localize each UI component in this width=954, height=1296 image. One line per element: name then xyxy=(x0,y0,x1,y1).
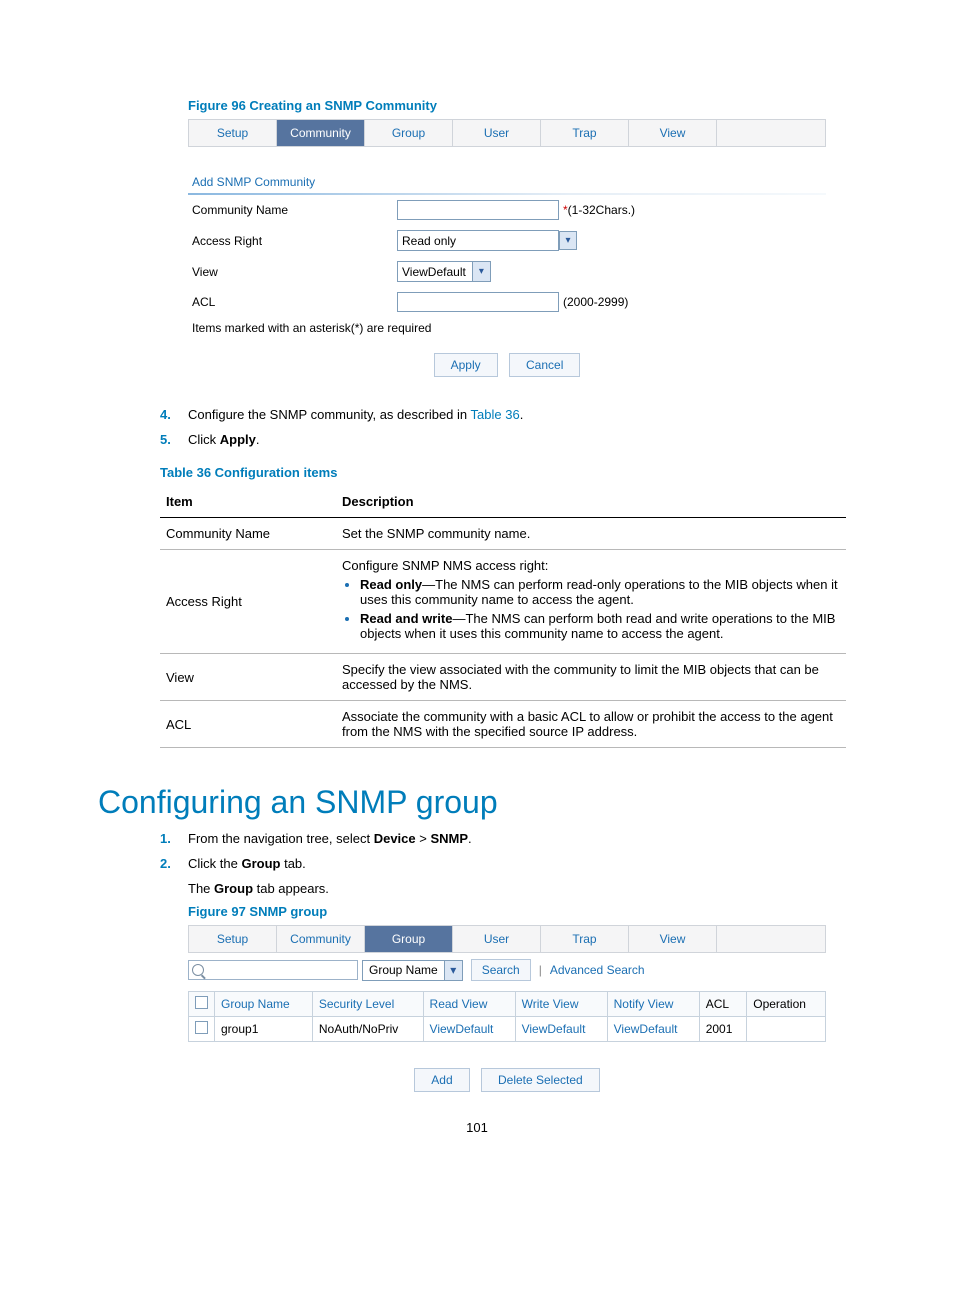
search-field-dropdown-icon[interactable]: ▾ xyxy=(444,961,462,980)
figure-97: Setup Community Group User Trap View Gro… xyxy=(188,925,826,1092)
view-value: ViewDefault xyxy=(402,265,466,279)
delete-selected-button[interactable]: Delete Selected xyxy=(481,1068,600,1092)
f97-tab-trap[interactable]: Trap xyxy=(541,926,629,952)
th-checkbox xyxy=(189,992,215,1017)
community-name-label: Community Name xyxy=(192,203,397,217)
th-operation: Operation xyxy=(747,992,826,1017)
f97-tab-view[interactable]: View xyxy=(629,926,717,952)
th-writeview[interactable]: Write View xyxy=(515,992,607,1017)
t36-desc-1: Configure SNMP NMS access right: Read on… xyxy=(336,550,846,654)
figure-96-caption: Figure 96 Creating an SNMP Community xyxy=(188,98,856,113)
f97-tab-community[interactable]: Community xyxy=(277,926,365,952)
t36-desc-2: Specify the view associated with the com… xyxy=(336,654,846,701)
step-4-number: 4. xyxy=(160,407,188,422)
tab-trap[interactable]: Trap xyxy=(541,120,629,146)
search-icon xyxy=(192,964,204,976)
th-seclevel[interactable]: Security Level xyxy=(312,992,423,1017)
tab-community[interactable]: Community xyxy=(277,120,365,146)
step-5-text: Click Apply. xyxy=(188,432,260,447)
figure-97-caption: Figure 97 SNMP group xyxy=(188,904,856,919)
view-label: View xyxy=(192,265,397,279)
tab-user[interactable]: User xyxy=(453,120,541,146)
select-all-checkbox[interactable] xyxy=(195,996,208,1009)
t36-item-1: Access Right xyxy=(160,550,336,654)
tab-spacer xyxy=(717,120,825,146)
t36-desc-0: Set the SNMP community name. xyxy=(336,518,846,550)
cell-readview[interactable]: ViewDefault xyxy=(423,1017,515,1042)
cancel-button[interactable]: Cancel xyxy=(509,353,580,377)
advanced-search-link[interactable]: Advanced Search xyxy=(550,963,645,977)
add-community-title: Add SNMP Community xyxy=(188,147,826,193)
f97-tab-group[interactable]: Group xyxy=(365,926,453,952)
divider: | xyxy=(539,963,542,977)
th-item: Item xyxy=(160,486,336,518)
tab-view[interactable]: View xyxy=(629,120,717,146)
fig97-tabbar: Setup Community Group User Trap View xyxy=(188,925,826,953)
search-button[interactable]: Search xyxy=(471,959,531,981)
fig96-tabbar: Setup Community Group User Trap View xyxy=(188,119,826,147)
acl-hint: (2000-2999) xyxy=(563,295,628,309)
heading-configuring-snmp-group: Configuring an SNMP group xyxy=(98,784,856,821)
required-note: Items marked with an asterisk(*) are req… xyxy=(188,317,826,343)
cell-acl: 2001 xyxy=(699,1017,747,1042)
th-readview[interactable]: Read View xyxy=(423,992,515,1017)
search-field-select[interactable]: Group Name ▾ xyxy=(362,960,463,981)
f97-tab-setup[interactable]: Setup xyxy=(189,926,277,952)
view-dropdown-icon[interactable]: ▾ xyxy=(472,262,490,281)
th-desc: Description xyxy=(336,486,846,518)
step-b2-number: 2. xyxy=(160,856,188,871)
step-b1-text: From the navigation tree, select Device … xyxy=(188,831,472,846)
th-notifyview[interactable]: Notify View xyxy=(607,992,699,1017)
community-name-input[interactable] xyxy=(397,200,559,220)
f97-tab-spacer xyxy=(717,926,825,952)
f97-tab-user[interactable]: User xyxy=(453,926,541,952)
community-name-hint: (1-32Chars.) xyxy=(568,203,635,217)
t36-item-2: View xyxy=(160,654,336,701)
cell-writeview[interactable]: ViewDefault xyxy=(515,1017,607,1042)
step-b2-text: Click the Group tab. xyxy=(188,856,306,871)
acl-input[interactable] xyxy=(397,292,559,312)
group-table: Group Name Security Level Read View Writ… xyxy=(188,991,826,1042)
table-36: Item Description Community Name Set the … xyxy=(160,486,846,748)
row-checkbox[interactable] xyxy=(195,1021,208,1034)
apply-button[interactable]: Apply xyxy=(434,353,498,377)
t36-item-3: ACL xyxy=(160,701,336,748)
step-b2-followup: The Group tab appears. xyxy=(188,881,856,896)
access-right-value: Read only xyxy=(398,234,558,248)
search-input[interactable] xyxy=(188,960,358,980)
figure-96: Setup Community Group User Trap View Add… xyxy=(188,119,856,385)
cell-groupname: group1 xyxy=(215,1017,313,1042)
access-right-label: Access Right xyxy=(192,234,397,248)
acl-label: ACL xyxy=(192,295,397,309)
step-5-number: 5. xyxy=(160,432,188,447)
step-b1-number: 1. xyxy=(160,831,188,846)
add-button[interactable]: Add xyxy=(414,1068,469,1092)
cell-notifyview[interactable]: ViewDefault xyxy=(607,1017,699,1042)
tab-setup[interactable]: Setup xyxy=(189,120,277,146)
t36-item-0: Community Name xyxy=(160,518,336,550)
access-right-dropdown-icon[interactable]: ▾ xyxy=(559,231,577,250)
table-row: group1 NoAuth/NoPriv ViewDefault ViewDef… xyxy=(189,1017,826,1042)
th-acl: ACL xyxy=(699,992,747,1017)
page-number: 101 xyxy=(98,1120,856,1135)
cell-seclevel: NoAuth/NoPriv xyxy=(312,1017,423,1042)
table-36-link[interactable]: Table 36 xyxy=(471,407,520,422)
th-groupname[interactable]: Group Name xyxy=(215,992,313,1017)
tab-group[interactable]: Group xyxy=(365,120,453,146)
table-36-caption: Table 36 Configuration items xyxy=(160,465,856,480)
t36-desc-3: Associate the community with a basic ACL… xyxy=(336,701,846,748)
step-4-text: Configure the SNMP community, as describ… xyxy=(188,407,523,422)
